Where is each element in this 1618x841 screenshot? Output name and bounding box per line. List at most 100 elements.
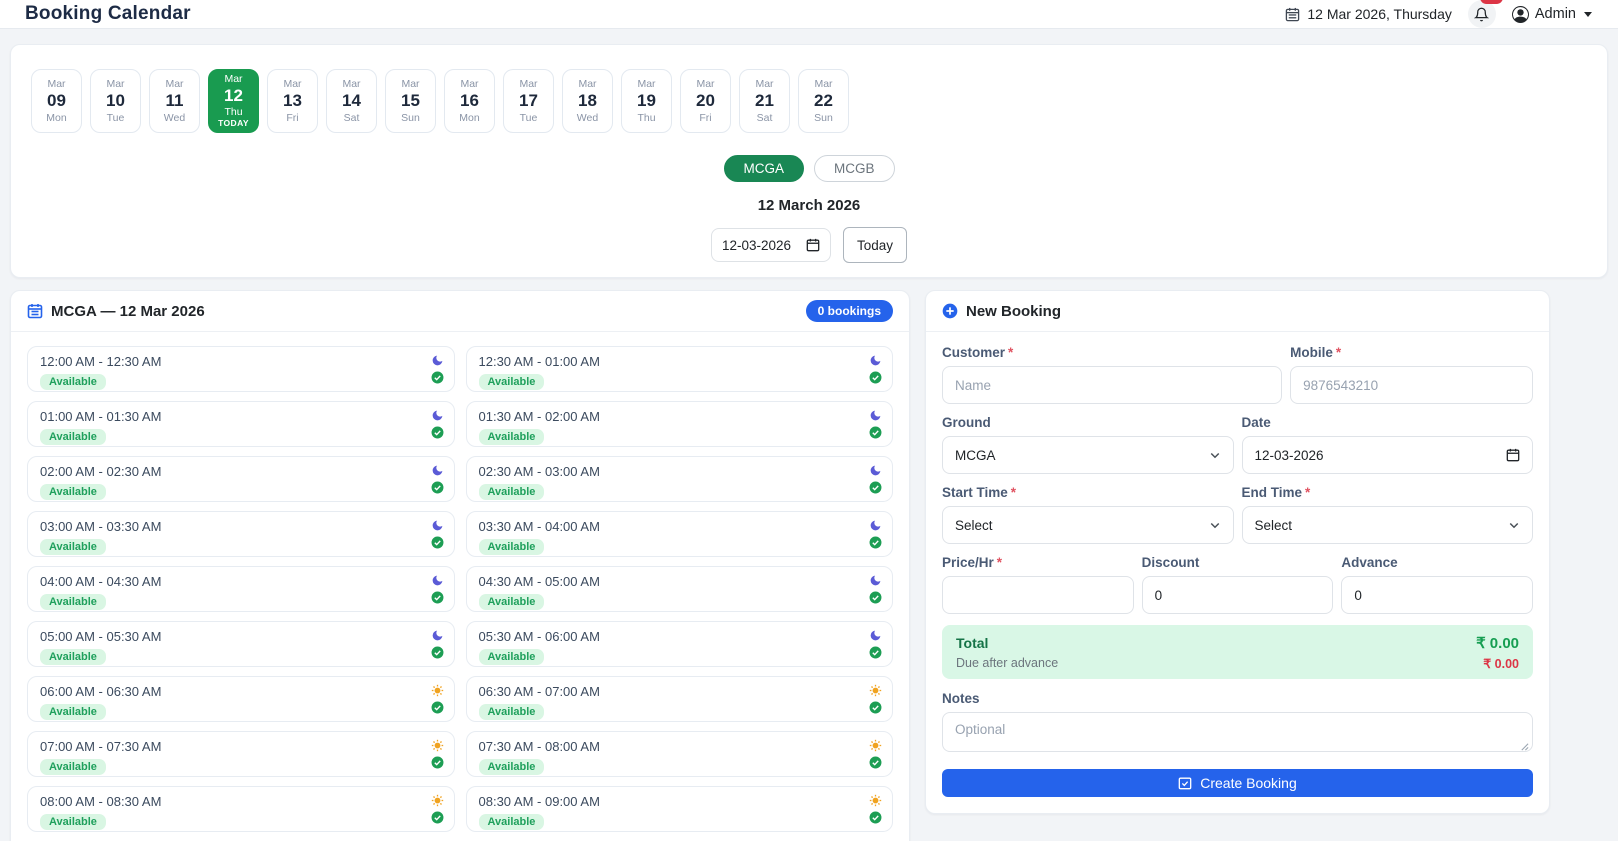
time-slot[interactable]: 02:00 AM - 02:30 AM Available [27, 456, 455, 502]
customer-input[interactable] [942, 366, 1283, 404]
advance-input[interactable] [1341, 576, 1534, 614]
day-month-label: Mar [283, 78, 302, 91]
day-card[interactable]: Mar 19 Thu [621, 69, 672, 133]
price-input[interactable] [942, 576, 1134, 614]
mobile-input[interactable] [1290, 366, 1533, 404]
check-circle-icon [869, 811, 882, 824]
discount-label: Discount [1141, 555, 1200, 570]
moon-icon [869, 409, 882, 422]
time-slot[interactable]: 12:30 AM - 01:00 AM Available [465, 346, 893, 392]
day-card[interactable]: Mar 20 Fri [680, 69, 731, 133]
day-card[interactable]: Mar 21 Sat [739, 69, 790, 133]
time-slot[interactable]: 04:30 AM - 05:00 AM Available [465, 566, 893, 612]
time-slot[interactable]: 03:30 AM - 04:00 AM Available [465, 511, 893, 557]
time-slot[interactable]: 05:00 AM - 05:30 AM Available [27, 621, 455, 667]
time-slot[interactable]: 01:30 AM - 02:00 AM Available [465, 401, 893, 447]
day-card[interactable]: Mar 09 Mon [31, 69, 82, 133]
day-card[interactable]: Mar 16 Mon [444, 69, 495, 133]
day-number-label: 13 [283, 91, 302, 111]
time-slot[interactable]: 06:00 AM - 06:30 AM Available [27, 676, 455, 722]
notes-textarea[interactable] [942, 712, 1533, 752]
slots-panel-title: MCGA — 12 Mar 2026 [51, 302, 205, 320]
end-time-label: End Time * [1241, 485, 1311, 500]
day-card[interactable]: Mar 10 Tue [90, 69, 141, 133]
ground-select[interactable]: MCGA [942, 436, 1234, 474]
due-label: Due after advance [956, 656, 1059, 670]
booking-date-input[interactable]: 12-03-2026 [1241, 436, 1533, 474]
day-card[interactable]: Mar 18 Wed [562, 69, 613, 133]
time-slot[interactable]: 07:30 AM - 08:00 AM Available [465, 731, 893, 777]
due-amount: ₹ 0.00 [1483, 657, 1519, 671]
slot-status-badge: Available [40, 484, 106, 500]
day-month-label: Mar [342, 78, 361, 91]
topbar: Booking Calendar 12 Mar 2026, Thursday A… [0, 0, 1618, 29]
time-slot[interactable]: 03:00 AM - 03:30 AM Available [27, 511, 455, 557]
date-picker-value: 12-03-2026 [721, 237, 792, 253]
check-circle-icon [869, 481, 882, 494]
day-card[interactable]: Mar 17 Tue [503, 69, 554, 133]
day-card[interactable]: Mar 13 Fri [267, 69, 318, 133]
ground-tab[interactable]: MCGB [814, 155, 895, 182]
day-card[interactable]: Mar 15 Sun [385, 69, 436, 133]
ground-tab[interactable]: MCGA [723, 155, 804, 182]
time-slot[interactable]: 02:30 AM - 03:00 AM Available [465, 456, 893, 502]
customer-label: Customer * [942, 345, 1014, 360]
sun-icon [431, 739, 444, 752]
check-circle-icon [431, 756, 444, 769]
time-slot[interactable]: 05:30 AM - 06:00 AM Available [465, 621, 893, 667]
admin-dropdown[interactable]: Admin [1511, 5, 1592, 23]
ground-tabs: MCGA MCGB [21, 155, 1597, 182]
check-circle-icon [869, 701, 882, 714]
slot-time-label: 03:30 AM - 04:00 AM [478, 519, 600, 534]
moon-icon [431, 354, 444, 367]
day-card[interactable]: Mar 11 Wed [149, 69, 200, 133]
resize-grip-icon[interactable] [1520, 742, 1529, 751]
date-picker-input[interactable]: 12-03-2026 [710, 228, 831, 262]
calendar-icon [27, 303, 43, 319]
moon-icon [869, 519, 882, 532]
calendar-strip-card: Mar 09 Mon Mar 10 Tue Mar 11 Wed Mar 12 … [10, 44, 1608, 278]
day-month-label: Mar [401, 78, 420, 91]
slot-time-label: 12:00 AM - 12:30 AM [40, 354, 162, 369]
time-slot[interactable]: 07:00 AM - 07:30 AM Available [27, 731, 455, 777]
day-card[interactable]: Mar 12 Thu TODAY [208, 69, 259, 133]
day-number-label: 21 [755, 91, 774, 111]
discount-input[interactable] [1141, 576, 1334, 614]
slot-status-badge: Available [40, 649, 106, 665]
check-circle-icon [431, 591, 444, 604]
time-slot[interactable]: 08:30 AM - 09:00 AM Available [465, 786, 893, 832]
time-slot[interactable]: 01:00 AM - 01:30 AM Available [27, 401, 455, 447]
slot-status-badge: Available [478, 759, 545, 775]
advance-label: Advance [1341, 555, 1398, 570]
time-slot[interactable]: 08:00 AM - 08:30 AM Available [27, 786, 455, 832]
slot-time-label: 07:00 AM - 07:30 AM [40, 739, 162, 754]
start-time-select[interactable]: Select [942, 506, 1234, 544]
end-time-select[interactable]: Select [1241, 506, 1533, 544]
check-circle-icon [431, 371, 444, 384]
time-slot[interactable]: 06:30 AM - 07:00 AM Available [465, 676, 893, 722]
moon-icon [869, 574, 882, 587]
notifications-button[interactable] [1467, 0, 1503, 28]
time-slot[interactable]: 12:00 AM - 12:30 AM Available [27, 346, 455, 392]
current-date-display: 12 Mar 2026, Thursday [1285, 6, 1452, 22]
day-weekday-label: Mon [46, 111, 67, 124]
slot-status-badge: Available [40, 594, 106, 610]
bell-icon [1474, 7, 1490, 22]
day-card[interactable]: Mar 14 Sat [326, 69, 377, 133]
admin-label: Admin [1534, 6, 1576, 22]
new-booking-panel: New Booking Customer* Mobile* [925, 290, 1550, 814]
create-booking-button[interactable]: Create Booking [942, 769, 1533, 797]
day-weekday-label: Sat [756, 111, 773, 124]
slot-status-badge: Available [40, 429, 106, 445]
slot-time-label: 12:30 AM - 01:00 AM [478, 354, 600, 369]
total-summary: Total ₹ 0.00 Due after advance ₹ 0.00 [942, 625, 1533, 679]
price-label: Price/Hr * [942, 555, 1003, 570]
notification-count-badge [1479, 0, 1503, 4]
day-weekday-label: Tue [519, 111, 538, 124]
day-card[interactable]: Mar 22 Sun [798, 69, 849, 133]
day-month-label: Mar [165, 78, 184, 91]
notes-label: Notes [942, 691, 980, 706]
today-button[interactable]: Today [842, 227, 908, 263]
time-slot[interactable]: 04:00 AM - 04:30 AM Available [27, 566, 455, 612]
slot-time-label: 05:30 AM - 06:00 AM [478, 629, 600, 644]
